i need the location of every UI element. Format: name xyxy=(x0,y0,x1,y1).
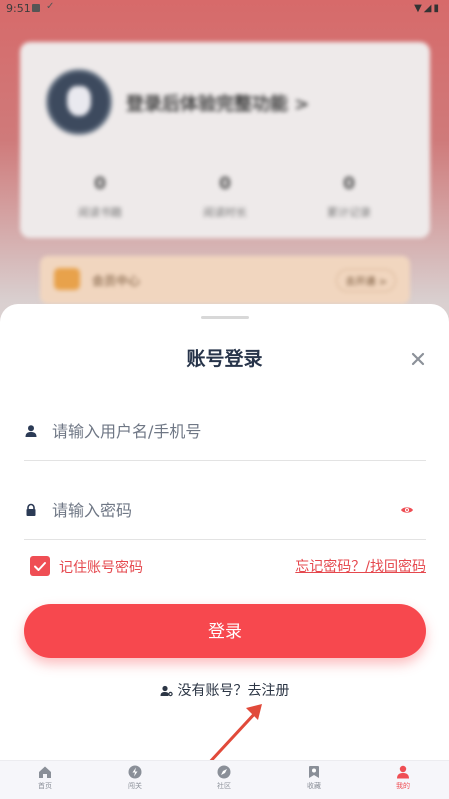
bottom-tab-bar: 首页 闯关 社区 收藏 我的 xyxy=(0,760,449,799)
stat-value: 0 xyxy=(219,174,231,194)
remember-label: 记住账号密码 xyxy=(59,560,143,576)
eye-icon[interactable] xyxy=(400,503,414,517)
user-icon xyxy=(397,765,409,779)
sheet-title: 账号登录 xyxy=(186,348,263,370)
avatar xyxy=(46,69,112,135)
signal-battery-icon: ▼◢▮ xyxy=(414,3,441,14)
login-sheet: 账号登录 记住账号密码 忘记密码？/找回密码 登录 xyxy=(0,304,449,798)
vip-button: 去开通 > xyxy=(336,269,396,292)
tab-label: 社区 xyxy=(217,782,231,790)
checkmark-icon xyxy=(34,562,46,571)
compass-icon xyxy=(217,765,231,779)
drag-handle[interactable] xyxy=(201,316,249,319)
bookmark-icon xyxy=(309,766,319,778)
status-time: 9:51 xyxy=(6,2,31,15)
tab-home[interactable]: 首页 xyxy=(15,765,75,791)
tab-favorites[interactable]: 收藏 xyxy=(284,765,344,791)
tab-challenge[interactable]: 闯关 xyxy=(105,765,165,791)
lock-icon xyxy=(26,503,36,516)
login-button[interactable]: 登录 xyxy=(24,604,426,658)
vip-title: 会员中心 xyxy=(92,274,141,288)
stat-books: 0 阅读书籍 xyxy=(55,174,145,220)
lightning-icon xyxy=(128,765,142,779)
username-input[interactable] xyxy=(52,416,382,446)
username-row xyxy=(24,402,426,461)
stat-value: 0 xyxy=(343,174,355,194)
close-icon[interactable] xyxy=(407,348,429,370)
stat-value: 0 xyxy=(94,174,106,194)
remember-checkbox[interactable] xyxy=(30,556,50,576)
stat-label: 累计记录 xyxy=(327,206,371,219)
password-row xyxy=(24,481,426,540)
register-link[interactable]: 没有账号？去注册 xyxy=(0,680,449,700)
tab-label: 我的 xyxy=(396,782,410,790)
user-key-icon xyxy=(160,685,173,697)
stat-label: 阅读书籍 xyxy=(78,206,122,219)
login-hint: 登录后体验完整功能 > xyxy=(126,94,310,115)
password-input[interactable] xyxy=(52,495,382,525)
vip-icon xyxy=(54,268,80,290)
check-icon: ✓ xyxy=(46,1,55,12)
notification-icon xyxy=(32,4,40,12)
stat-records: 0 累计记录 xyxy=(304,174,394,220)
register-text: 没有账号？去注册 xyxy=(177,683,290,699)
tab-label: 闯关 xyxy=(128,782,142,790)
tab-label: 收藏 xyxy=(307,782,321,790)
status-bar: 9:51 ✓ ▼◢▮ xyxy=(0,0,449,18)
vip-banner: 会员中心 去开通 > xyxy=(40,256,410,304)
profile-card: 登录后体验完整功能 > 0 阅读书籍 0 阅读时长 0 累计记录 xyxy=(20,42,430,238)
stat-label: 阅读时长 xyxy=(203,206,247,219)
tab-label: 首页 xyxy=(38,782,52,790)
tab-community[interactable]: 社区 xyxy=(194,765,254,791)
home-icon xyxy=(39,766,51,778)
stat-time: 0 阅读时长 xyxy=(180,174,270,220)
forgot-password-link[interactable]: 忘记密码？/找回密码 xyxy=(295,556,426,576)
user-icon xyxy=(25,425,37,437)
tab-mine[interactable]: 我的 xyxy=(373,765,433,791)
